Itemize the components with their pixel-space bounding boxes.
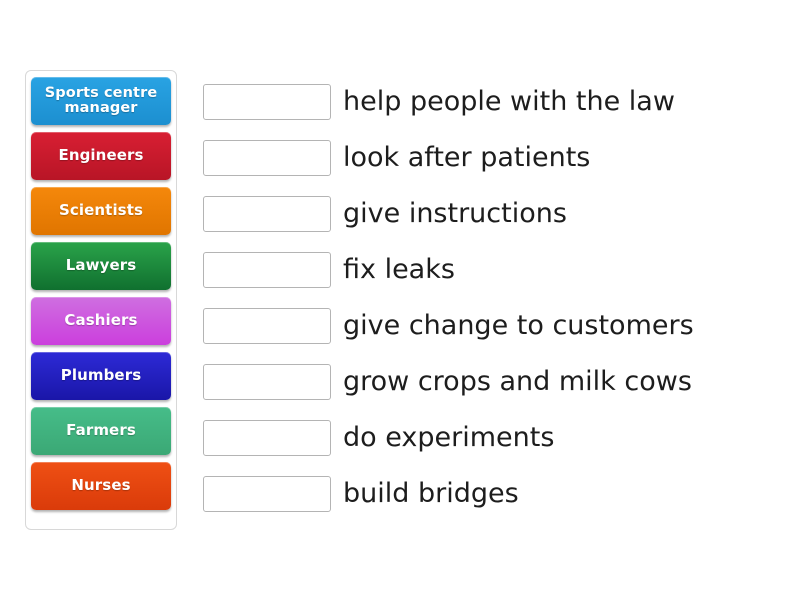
answer-row: do experiments xyxy=(203,420,783,456)
answer-row: give change to customers xyxy=(203,308,783,344)
draggable-tile-label: Farmers xyxy=(66,421,136,440)
answer-text: give instructions xyxy=(343,198,567,230)
answer-row: help people with the law xyxy=(203,84,783,120)
draggable-tile[interactable]: Nurses xyxy=(31,462,171,510)
draggable-tile[interactable]: Lawyers xyxy=(31,242,171,290)
dropzone[interactable] xyxy=(203,476,331,512)
dropzone[interactable] xyxy=(203,252,331,288)
answer-text: grow crops and milk cows xyxy=(343,366,692,398)
draggable-tile-label: Plumbers xyxy=(60,366,142,385)
answer-row: give instructions xyxy=(203,196,783,232)
tile-list: Sports centre manager Engineers Scientists… xyxy=(31,77,171,510)
draggable-tile-label: Nurses xyxy=(71,476,131,495)
match-up-activity: Sports centre manager Engineers Scientists… xyxy=(0,0,800,600)
answer-text: look after patients xyxy=(343,142,591,174)
answer-row: build bridges xyxy=(203,476,783,512)
dropzone[interactable] xyxy=(203,140,331,176)
answer-rows: help people with the law look after patie… xyxy=(203,84,783,512)
answer-row: fix leaks xyxy=(203,252,783,288)
dropzone[interactable] xyxy=(203,308,331,344)
tile-panel: Sports centre manager Engineers Scientists… xyxy=(25,70,177,530)
answer-text: do experiments xyxy=(343,422,555,454)
draggable-tile[interactable]: Engineers xyxy=(31,132,171,180)
draggable-tile-label: Cashiers xyxy=(64,311,138,330)
draggable-tile[interactable]: Plumbers xyxy=(31,352,171,400)
answer-row: grow crops and milk cows xyxy=(203,364,783,400)
draggable-tile-label: Engineers xyxy=(58,146,144,165)
answer-row: look after patients xyxy=(203,140,783,176)
answer-text: build bridges xyxy=(343,478,519,510)
dropzone[interactable] xyxy=(203,420,331,456)
dropzone[interactable] xyxy=(203,84,331,120)
draggable-tile-label: Scientists xyxy=(58,201,144,220)
dropzone[interactable] xyxy=(203,364,331,400)
answer-text: help people with the law xyxy=(343,86,675,118)
draggable-tile[interactable]: Cashiers xyxy=(31,297,171,345)
draggable-tile[interactable]: Scientists xyxy=(31,187,171,235)
draggable-tile-label: Sports centre manager xyxy=(44,84,158,116)
draggable-tile[interactable]: Farmers xyxy=(31,407,171,455)
dropzone[interactable] xyxy=(203,196,331,232)
draggable-tile[interactable]: Sports centre manager xyxy=(31,77,171,125)
draggable-tile-label: Lawyers xyxy=(65,256,137,275)
answer-text: give change to customers xyxy=(343,310,694,342)
answer-text: fix leaks xyxy=(343,254,455,286)
